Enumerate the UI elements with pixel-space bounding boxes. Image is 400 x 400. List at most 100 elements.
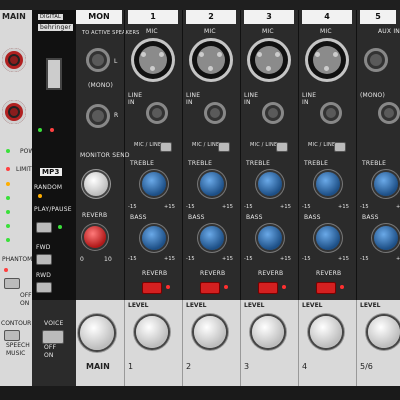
mon-scale-max: 10 — [104, 256, 113, 263]
bass-scale-max: +15 — [338, 256, 350, 262]
channel-level-knob[interactable] — [310, 316, 342, 348]
bass-knob[interactable] — [200, 226, 224, 250]
treble-scale-max: +15 — [338, 204, 350, 210]
fwd-button[interactable] — [36, 254, 52, 265]
channel-mic-label: MIC — [146, 28, 158, 35]
line-in-jack[interactable] — [146, 102, 168, 124]
rwd-button[interactable] — [36, 282, 52, 293]
reverb-button[interactable] — [200, 282, 220, 294]
line-in-jack[interactable] — [378, 102, 400, 124]
mic-line-label: MIC / LINE — [250, 142, 278, 148]
meter-led — [6, 224, 10, 228]
treble-scale-min: -15 — [128, 204, 137, 210]
treble-label: TREBLE — [130, 160, 155, 167]
phantom-switch[interactable] — [4, 278, 20, 289]
play-led — [58, 225, 62, 229]
bass-scale-min: -15 — [128, 256, 137, 262]
level-divider — [298, 300, 299, 386]
treble-knob[interactable] — [200, 172, 224, 196]
bass-knob[interactable] — [142, 226, 166, 250]
treble-knob[interactable] — [142, 172, 166, 196]
line-in-jack[interactable] — [320, 102, 342, 124]
top-bevel — [0, 0, 400, 10]
reverb-label: REVERB — [316, 270, 342, 277]
aux-in-jack[interactable] — [364, 48, 388, 72]
play-pause-button[interactable] — [36, 222, 52, 233]
mic-line-switch[interactable] — [160, 142, 172, 152]
usb-port[interactable] — [46, 58, 62, 90]
bass-scale-max: +15 — [396, 256, 400, 262]
treble-knob[interactable] — [258, 172, 282, 196]
treble-scale-max: +15 — [164, 204, 176, 210]
monitor-reverb-knob[interactable] — [84, 226, 106, 248]
bass-scale-min: -15 — [360, 256, 369, 262]
reverb-led — [224, 285, 228, 289]
reverb-button[interactable] — [258, 282, 278, 294]
active-speakers-label: TO ACTIVE SPEAKERS — [82, 30, 140, 36]
random-label: RANDOM — [34, 184, 63, 191]
xlr-input[interactable] — [305, 38, 349, 82]
channel-level-knob[interactable] — [194, 316, 226, 348]
xlr-pin — [333, 52, 338, 57]
bass-knob[interactable] — [258, 226, 282, 250]
bass-knob[interactable] — [316, 226, 340, 250]
channel-name: 2 — [186, 362, 192, 371]
phantom-label: PHANTOM — [2, 256, 33, 263]
reverb-button[interactable] — [316, 282, 336, 294]
channel-level-knob[interactable] — [252, 316, 284, 348]
monitor-out-r-jack[interactable] — [86, 104, 110, 128]
line-in-label: LINE IN — [186, 92, 201, 106]
mixer-panel: MAIN POWER LIMITER PHANTOM OFF ON CONTOU… — [0, 0, 400, 400]
bass-knob[interactable] — [374, 226, 398, 250]
mic-line-switch[interactable] — [334, 142, 346, 152]
channel-level-knob[interactable] — [136, 316, 168, 348]
xlr-pin — [275, 52, 280, 57]
level-divider — [124, 300, 125, 386]
contour-label: CONTOUR — [1, 320, 32, 327]
voice-switch[interactable] — [42, 330, 64, 344]
treble-scale-max: +15 — [396, 204, 400, 210]
level-label: LEVEL — [360, 302, 381, 309]
line-in-jack[interactable] — [262, 102, 284, 124]
treble-scale-min: -15 — [360, 204, 369, 210]
xlr-input[interactable] — [247, 38, 291, 82]
bass-label: BASS — [246, 214, 263, 221]
channel-header: 3 — [244, 10, 294, 24]
treble-scale-max: +15 — [280, 204, 292, 210]
bass-scale-max: +15 — [164, 256, 176, 262]
mic-line-switch[interactable] — [218, 142, 230, 152]
main-out-r-jack[interactable] — [2, 100, 26, 124]
music-label: MUSIC — [6, 350, 26, 357]
channel-level-knob[interactable] — [368, 316, 400, 348]
xlr-input[interactable] — [131, 38, 175, 82]
channel-name: 5/6 — [360, 362, 373, 371]
channel-divider — [124, 10, 125, 300]
treble-label: TREBLE — [188, 160, 213, 167]
treble-knob[interactable] — [374, 172, 398, 196]
brand-logo: behringer — [38, 24, 74, 31]
level-label: LEVEL — [302, 302, 323, 309]
monitor-out-l-jack[interactable] — [86, 48, 110, 72]
treble-knob[interactable] — [316, 172, 340, 196]
channel-mic-label: AUX IN — [378, 28, 400, 35]
main-out-l-jack[interactable] — [2, 48, 26, 72]
phantom-off-label: OFF — [20, 292, 32, 299]
treble-label: TREBLE — [362, 160, 387, 167]
bass-label: BASS — [362, 214, 379, 221]
xlr-pin — [141, 52, 146, 57]
phantom-on-label: ON — [20, 300, 30, 307]
xlr-input[interactable] — [189, 38, 233, 82]
channel-header: 4 — [302, 10, 352, 24]
reverb-button[interactable] — [142, 282, 162, 294]
monitor-send-knob[interactable] — [84, 172, 108, 196]
mic-line-switch[interactable] — [276, 142, 288, 152]
channel-header: 1 — [128, 10, 178, 24]
mic-line-label: MIC / LINE — [308, 142, 336, 148]
channel-divider — [356, 10, 357, 300]
main-level-knob[interactable] — [80, 316, 114, 350]
reverb-label: REVERB — [258, 270, 284, 277]
bass-scale-min: -15 — [186, 256, 195, 262]
contour-switch[interactable] — [4, 330, 20, 341]
line-in-jack[interactable] — [204, 102, 226, 124]
main-section-title: MAIN — [2, 12, 26, 21]
